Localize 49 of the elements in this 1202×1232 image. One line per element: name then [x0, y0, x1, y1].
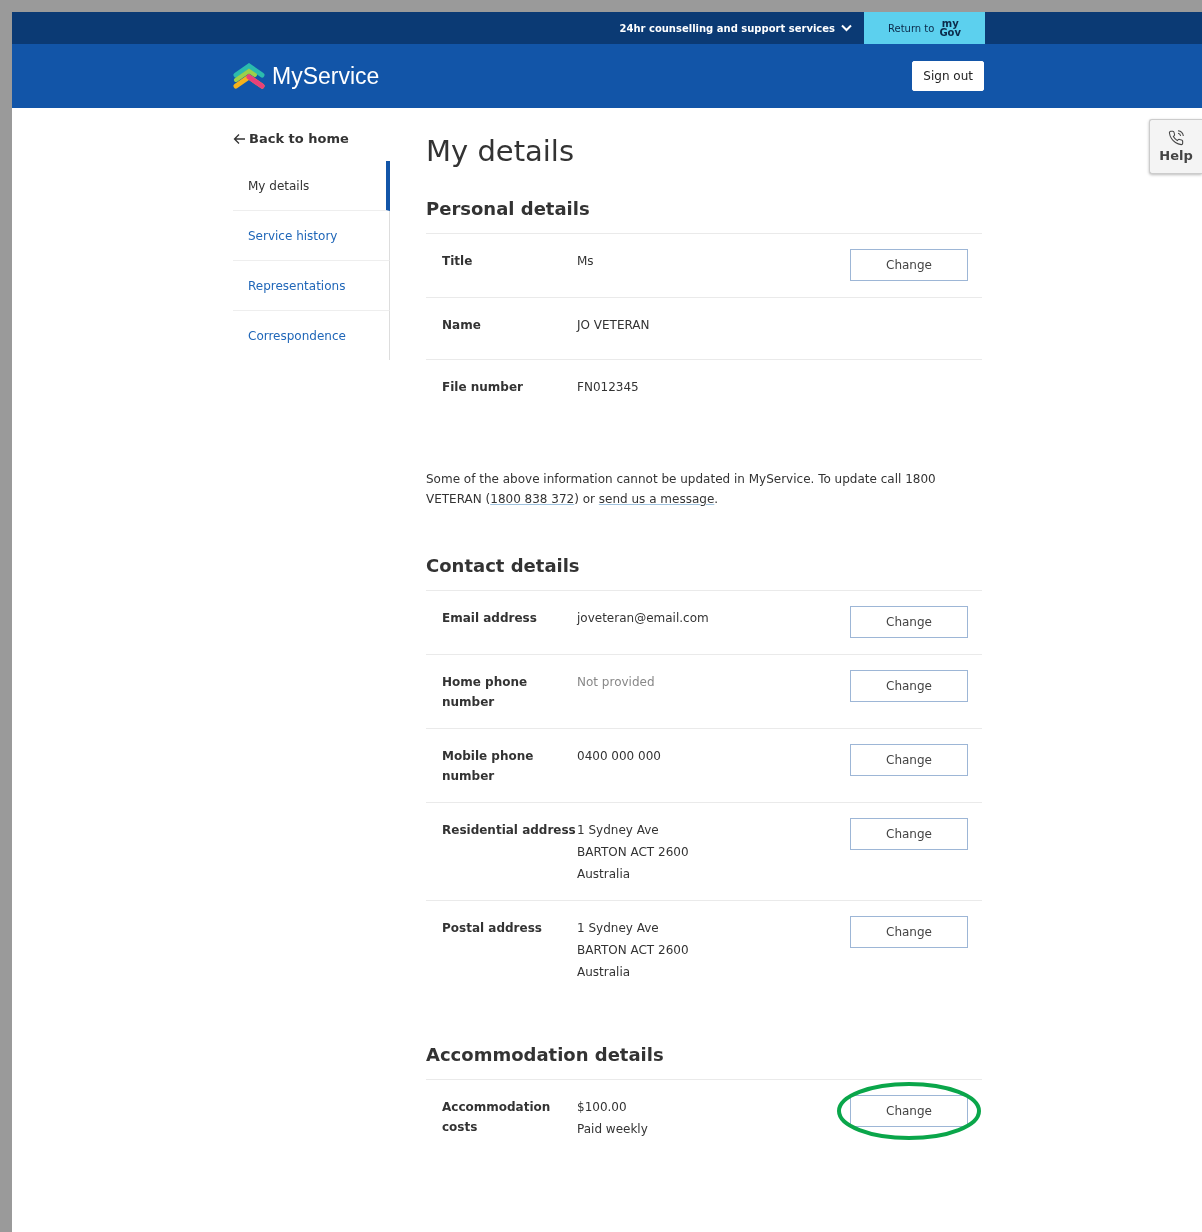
field-label: Residential address [442, 822, 577, 839]
sidebar-item[interactable]: Correspondence [233, 311, 390, 360]
field-value: $100.00 [577, 1099, 628, 1116]
sign-out-button[interactable]: Sign out [912, 61, 984, 91]
section-heading: Contact details [426, 555, 581, 576]
myservice-logo: MyService [272, 62, 380, 90]
field-label: Postal address [442, 920, 543, 937]
change-button[interactable]: Change [850, 916, 968, 948]
field-label: Title [442, 253, 474, 270]
field-value: Ms [577, 253, 595, 270]
field-value: BARTON ACT 2600 [577, 844, 690, 861]
inline-link[interactable]: 1800 838 372 [490, 492, 575, 506]
field-value: 1 Sydney Ave [577, 822, 660, 839]
field-value: FN012345 [577, 379, 640, 396]
field-value: Australia [577, 866, 632, 883]
support-services-link[interactable]: 24hr counselling and support services [619, 12, 852, 44]
field-label: Email address [442, 610, 538, 627]
help-button[interactable]: Help [1149, 119, 1202, 174]
page-title: My details [426, 134, 576, 168]
back-to-home-link[interactable]: Back to home [233, 131, 390, 146]
field-value: Australia [577, 964, 632, 981]
change-button[interactable]: Change [850, 818, 968, 850]
arrow-left-icon [233, 132, 246, 145]
sidebar-item[interactable]: Service history [233, 211, 390, 261]
field-value: joveteran@email.com [577, 610, 710, 627]
change-button[interactable]: Change [850, 1095, 968, 1127]
field-value: 0400 000 000 [577, 748, 662, 765]
logo-icon [233, 63, 266, 89]
field-label: Accommodation costs [442, 1099, 552, 1136]
chevron-down-icon [841, 24, 852, 32]
sidebar-item[interactable]: Representations [233, 261, 390, 311]
phone-icon [1168, 130, 1184, 146]
change-button[interactable]: Change [850, 606, 968, 638]
field-label: Home phone number [442, 674, 529, 711]
field-label: Name [442, 317, 482, 334]
field-value: Not provided [577, 674, 656, 691]
field-value: JO VETERAN [577, 317, 651, 334]
change-button[interactable]: Change [850, 670, 968, 702]
sidebar-item[interactable]: My details [233, 161, 390, 211]
field-value: 1 Sydney Ave [577, 920, 660, 937]
section-heading: Personal details [426, 198, 591, 219]
field-value: BARTON ACT 2600 [577, 942, 690, 959]
field-label: File number [442, 379, 524, 396]
field-label: Mobile phone number [442, 748, 535, 785]
change-button[interactable]: Change [850, 249, 968, 281]
field-value: Paid weekly [577, 1121, 649, 1138]
section-heading: Accommodation details [426, 1044, 665, 1065]
info-paragraph: Some of the above information cannot be updated in MyService. To update call 1800 VETERAN (1800 838 372) or send us a message. [426, 471, 937, 508]
change-button[interactable]: Change [850, 744, 968, 776]
